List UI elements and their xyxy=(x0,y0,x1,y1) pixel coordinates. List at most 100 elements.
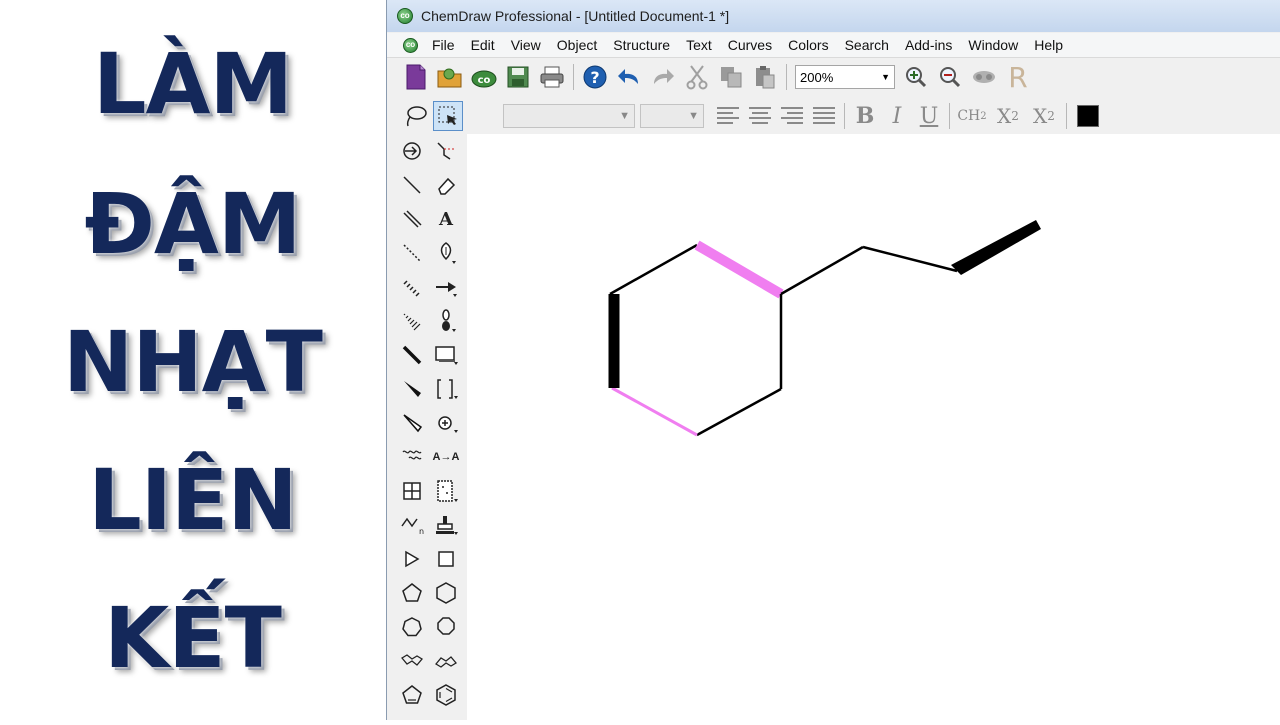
bond-ring-bottom-left-highlighted[interactable] xyxy=(611,386,698,437)
wavy-bond-icon[interactable] xyxy=(397,442,427,472)
main-toolbar: co ? 200% ▼ R xyxy=(387,58,1280,96)
solid-bond-icon[interactable] xyxy=(397,170,427,200)
paste-icon[interactable] xyxy=(750,62,780,92)
show-stereo-icon[interactable] xyxy=(969,62,999,92)
chemical-symbol-icon[interactable] xyxy=(431,408,461,438)
help-icon[interactable]: ? xyxy=(580,62,610,92)
menu-object[interactable]: Object xyxy=(549,37,605,53)
cut-icon[interactable] xyxy=(682,62,712,92)
menu-help[interactable]: Help xyxy=(1026,37,1071,53)
font-select[interactable]: ▼ xyxy=(503,104,635,128)
bold-button[interactable]: B xyxy=(849,101,881,131)
svg-text:?: ? xyxy=(590,68,599,87)
menu-edit[interactable]: Edit xyxy=(463,37,503,53)
pen-icon[interactable] xyxy=(431,238,461,268)
subscript-button[interactable]: X2 xyxy=(990,101,1026,131)
eraser-icon[interactable] xyxy=(431,170,461,200)
zoom-out-icon[interactable] xyxy=(935,62,965,92)
menu-text[interactable]: Text xyxy=(678,37,720,53)
menu-structure[interactable]: Structure xyxy=(605,37,678,53)
text-tool-icon[interactable]: A xyxy=(431,204,461,234)
bold-bond-icon[interactable] xyxy=(397,340,427,370)
stamp-template-icon[interactable] xyxy=(431,510,461,540)
menu-colors[interactable]: Colors xyxy=(780,37,836,53)
arrow-icon[interactable] xyxy=(431,272,461,302)
redo-icon[interactable] xyxy=(648,62,678,92)
chain-icon[interactable] xyxy=(431,136,461,166)
cyclooctane-icon[interactable] xyxy=(431,612,461,642)
document-menu-icon[interactable]: co xyxy=(403,37,418,53)
align-left-icon[interactable] xyxy=(712,101,744,131)
hashed-wedge-icon[interactable] xyxy=(397,306,427,336)
menu-file[interactable]: File xyxy=(424,37,463,53)
window-title: ChemDraw Professional - [Untitled Docume… xyxy=(421,8,730,24)
zoom-in-icon[interactable] xyxy=(901,62,931,92)
chair-cyclohexane-1-icon[interactable] xyxy=(397,646,427,676)
chemdraw-logo-icon[interactable]: co xyxy=(469,62,499,92)
title-bar[interactable]: co ChemDraw Professional - [Untitled Doc… xyxy=(387,0,1280,32)
chair-cyclohexane-2-icon[interactable] xyxy=(431,646,461,676)
new-document-icon[interactable] xyxy=(401,62,431,92)
caption-overlay: LÀM ĐẬM NHẠT LIÊN KẾT xyxy=(0,0,385,720)
tlc-plate-icon[interactable] xyxy=(431,476,461,506)
bond-chain-3-bold[interactable] xyxy=(951,220,1041,275)
molecule-drawing[interactable] xyxy=(467,134,1280,720)
double-bond-icon[interactable] xyxy=(397,204,427,234)
caption-line-4: LIÊN xyxy=(88,451,297,549)
drawing-canvas[interactable] xyxy=(467,134,1280,720)
table-icon[interactable] xyxy=(397,476,427,506)
bond-ring-top-left[interactable] xyxy=(609,243,698,296)
play-icon[interactable] xyxy=(397,544,427,574)
bond-ring-top-right-highlighted[interactable] xyxy=(694,240,784,299)
cyclopentadiene-icon[interactable] xyxy=(397,680,427,710)
cycloheptane-icon[interactable] xyxy=(397,612,427,642)
copy-icon[interactable] xyxy=(716,62,746,92)
superscript-button[interactable]: X2 xyxy=(1026,101,1062,131)
orbital-icon[interactable] xyxy=(431,306,461,336)
acyclic-chain-icon[interactable]: n xyxy=(397,510,427,540)
atom-map-icon[interactable]: A→A xyxy=(431,442,461,472)
align-justify-icon[interactable] xyxy=(808,101,840,131)
cyclohexane-icon[interactable] xyxy=(431,578,461,608)
formula-sub: 2 xyxy=(980,110,987,122)
formula-button[interactable]: CH 2 xyxy=(954,101,990,131)
r-group-icon[interactable]: R xyxy=(1003,62,1033,92)
cyclopentane-icon[interactable] xyxy=(397,578,427,608)
undo-icon[interactable] xyxy=(614,62,644,92)
menu-view[interactable]: View xyxy=(503,37,549,53)
bond-ring-bottom-right[interactable] xyxy=(696,387,782,437)
print-icon[interactable] xyxy=(537,62,567,92)
superscript-num: 2 xyxy=(1047,109,1055,123)
hollow-wedge-icon[interactable] xyxy=(397,408,427,438)
open-icon[interactable] xyxy=(435,62,465,92)
caption-line-5: KẾT xyxy=(104,589,282,687)
lasso-icon-top[interactable] xyxy=(401,101,431,131)
dashed-bond-icon[interactable] xyxy=(397,238,427,268)
drawing-element-icon[interactable] xyxy=(431,340,461,370)
menu-curves[interactable]: Curves xyxy=(720,37,780,53)
chemdraw-app-icon: co xyxy=(397,8,413,24)
bond-chain-1[interactable] xyxy=(780,245,864,296)
square-icon[interactable] xyxy=(431,544,461,574)
bracket-icon[interactable] xyxy=(431,374,461,404)
text-tool-label: A xyxy=(439,208,453,230)
marquee-select-icon-top[interactable] xyxy=(433,101,463,131)
align-center-icon[interactable] xyxy=(744,101,776,131)
wedge-bond-icon[interactable] xyxy=(397,374,427,404)
hashed-bond-icon[interactable] xyxy=(397,272,427,302)
save-icon[interactable] xyxy=(503,62,533,92)
caption-line-2: ĐẬM xyxy=(84,175,302,273)
italic-button[interactable]: I xyxy=(881,101,913,131)
bond-chain-2[interactable] xyxy=(862,245,958,273)
font-size-select[interactable]: ▼ xyxy=(640,104,704,128)
caption-line-3: NHẠT xyxy=(63,313,323,411)
zoom-select[interactable]: 200% ▼ xyxy=(795,65,895,89)
menu-search[interactable]: Search xyxy=(837,37,897,53)
color-picker-button[interactable] xyxy=(1073,101,1103,131)
underline-button[interactable]: U xyxy=(913,101,945,131)
benzene-icon[interactable] xyxy=(431,680,461,710)
structure-perspective-icon[interactable] xyxy=(397,136,427,166)
menu-add-ins[interactable]: Add-ins xyxy=(897,37,960,53)
menu-window[interactable]: Window xyxy=(960,37,1026,53)
align-right-icon[interactable] xyxy=(776,101,808,131)
